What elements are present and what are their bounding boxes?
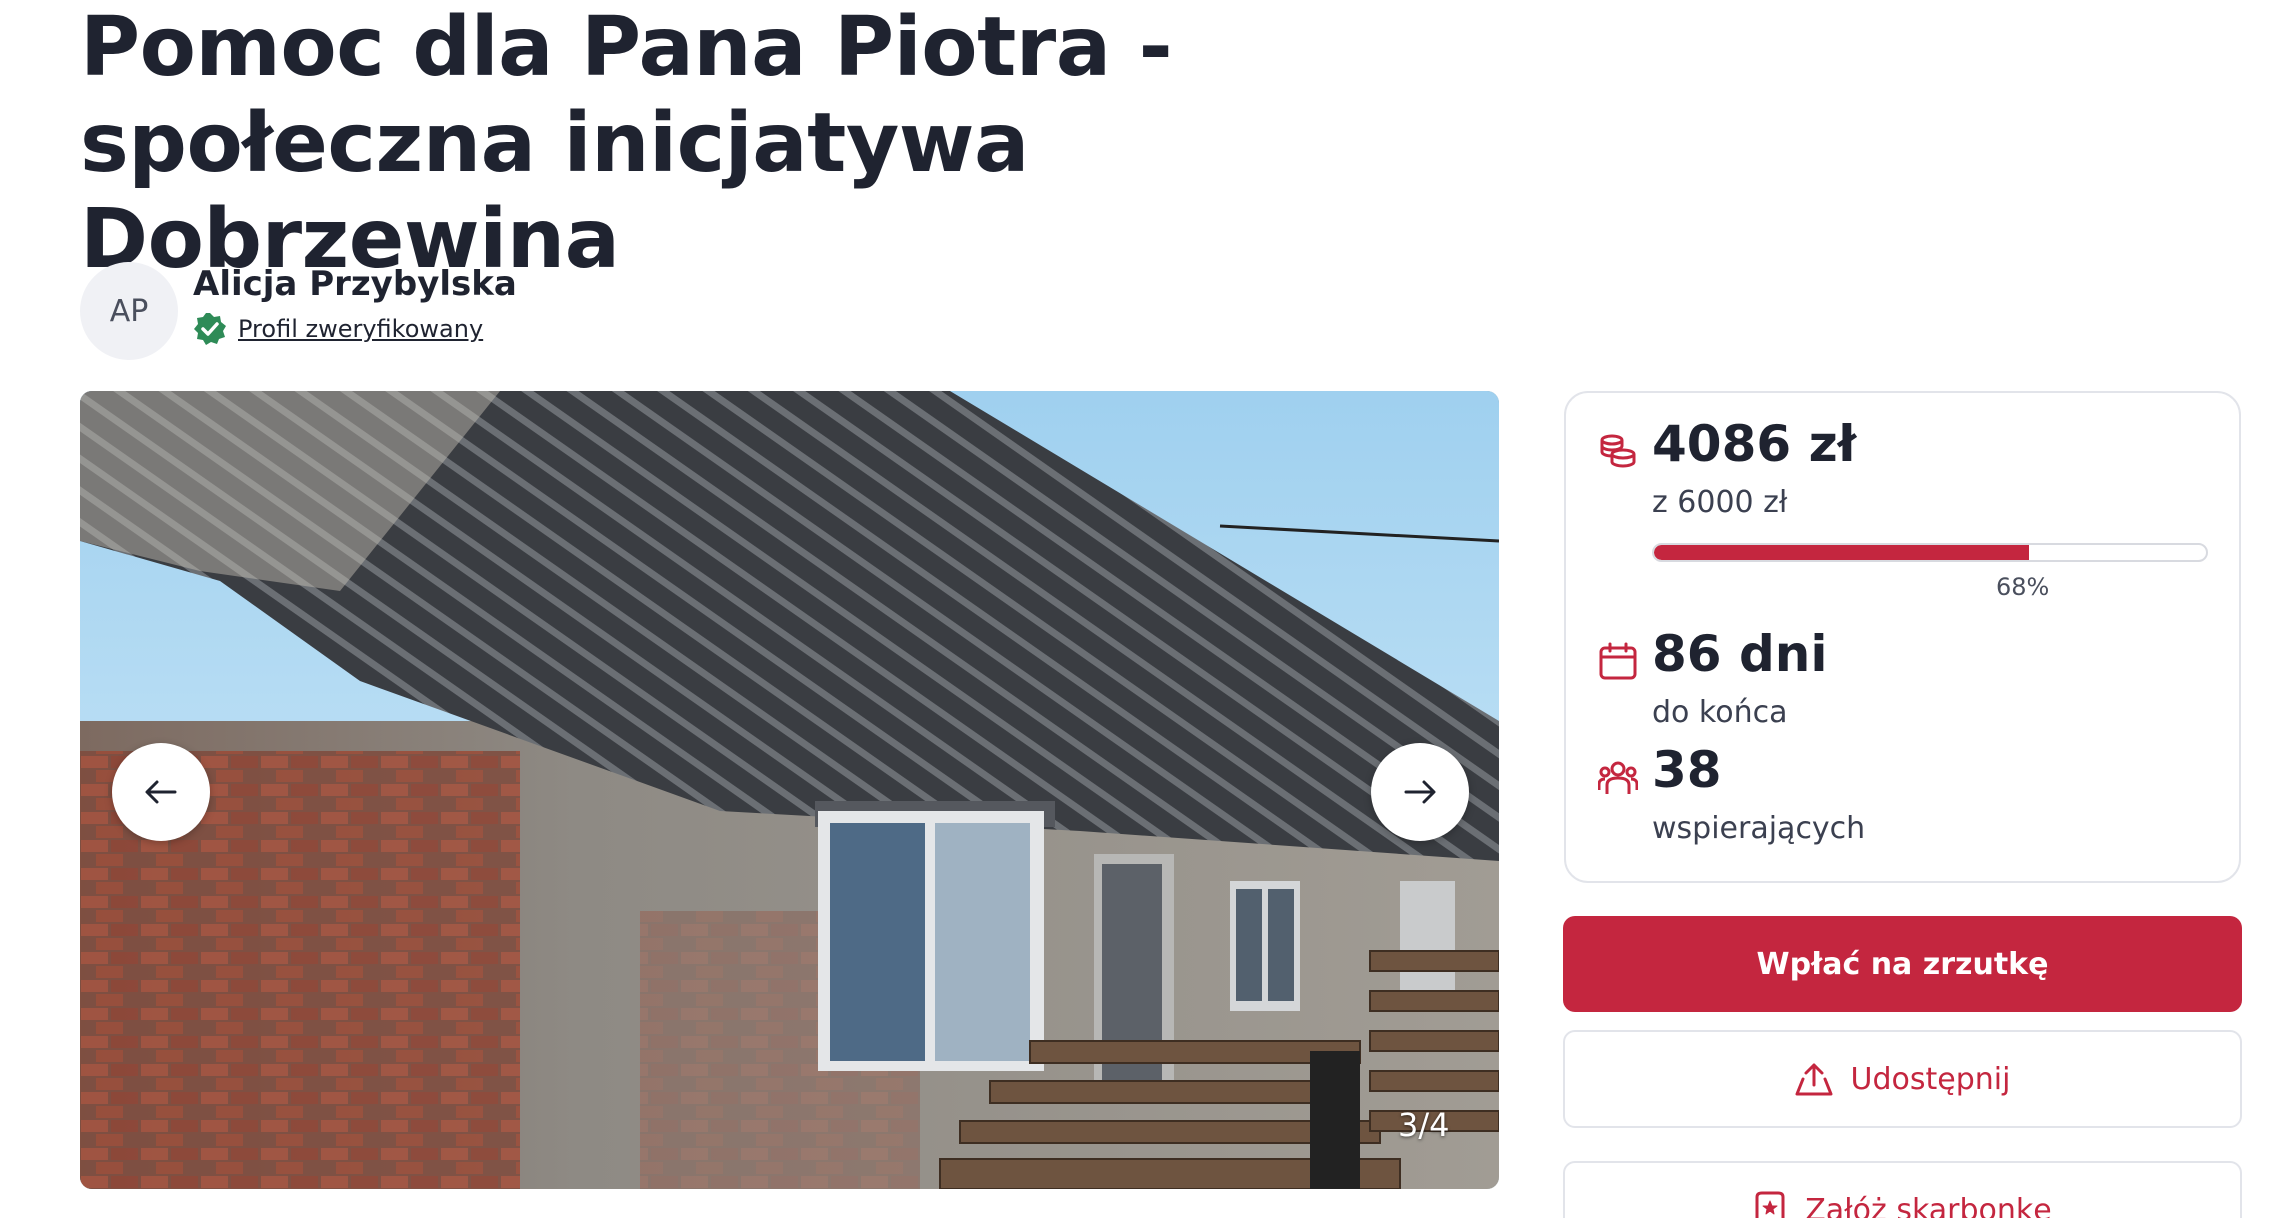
piggybank-label: Załóż skarbonkę <box>1805 1192 2052 1218</box>
gallery-prev-button[interactable] <box>112 743 210 841</box>
author-name[interactable]: Alicja Przybylska <box>193 264 517 304</box>
goal-amount: z 6000 zł <box>1652 485 1788 520</box>
verified-profile-link[interactable]: Profil zweryfikowany <box>238 315 483 343</box>
house-photo <box>80 391 1499 1189</box>
donate-button[interactable]: Wpłać na zrzutkę <box>1563 916 2242 1012</box>
page-title: Pomoc dla Pana Piotra - społeczna inicja… <box>80 0 1173 287</box>
arrow-right-icon <box>1404 780 1436 804</box>
share-icon <box>1795 1063 1833 1096</box>
people-group-icon <box>1598 761 1638 794</box>
gallery-counter: 3/4 <box>1398 1106 1450 1144</box>
verified-badge-icon <box>194 313 226 345</box>
share-button[interactable]: Udostępnij <box>1563 1030 2242 1128</box>
piggybank-icon <box>1755 1191 1785 1218</box>
progress-label: 68% <box>1996 573 2050 601</box>
arrow-left-icon <box>145 780 177 804</box>
progress-bar <box>1652 543 2208 562</box>
create-piggybank-button[interactable]: Załóż skarbonkę <box>1563 1161 2242 1218</box>
raised-amount: 4086 zł <box>1652 415 1857 473</box>
author-block: AP Alicja Przybylska Profil zweryfikowan… <box>80 262 680 360</box>
supporters-count: 38 <box>1652 741 1722 799</box>
days-left: 86 dni <box>1652 625 1828 683</box>
verified-row: Profil zweryfikowany <box>193 312 483 346</box>
fundraiser-page: Pomoc dla Pana Piotra - społeczna inicja… <box>0 0 2288 1218</box>
gallery-next-button[interactable] <box>1371 743 1469 841</box>
avatar[interactable]: AP <box>80 262 178 360</box>
stats-card: 4086 zł z 6000 zł 68% 86 dni do końca 38… <box>1564 391 2241 883</box>
coins-stack-icon <box>1600 434 1636 468</box>
calendar-icon <box>1599 642 1637 680</box>
days-left-label: do końca <box>1652 695 1788 730</box>
share-label: Udostępnij <box>1850 1061 2011 1097</box>
progress-fill <box>1654 545 2030 560</box>
supporters-label: wspierających <box>1652 811 1866 846</box>
photo-gallery[interactable]: 3/4 <box>80 391 1499 1189</box>
